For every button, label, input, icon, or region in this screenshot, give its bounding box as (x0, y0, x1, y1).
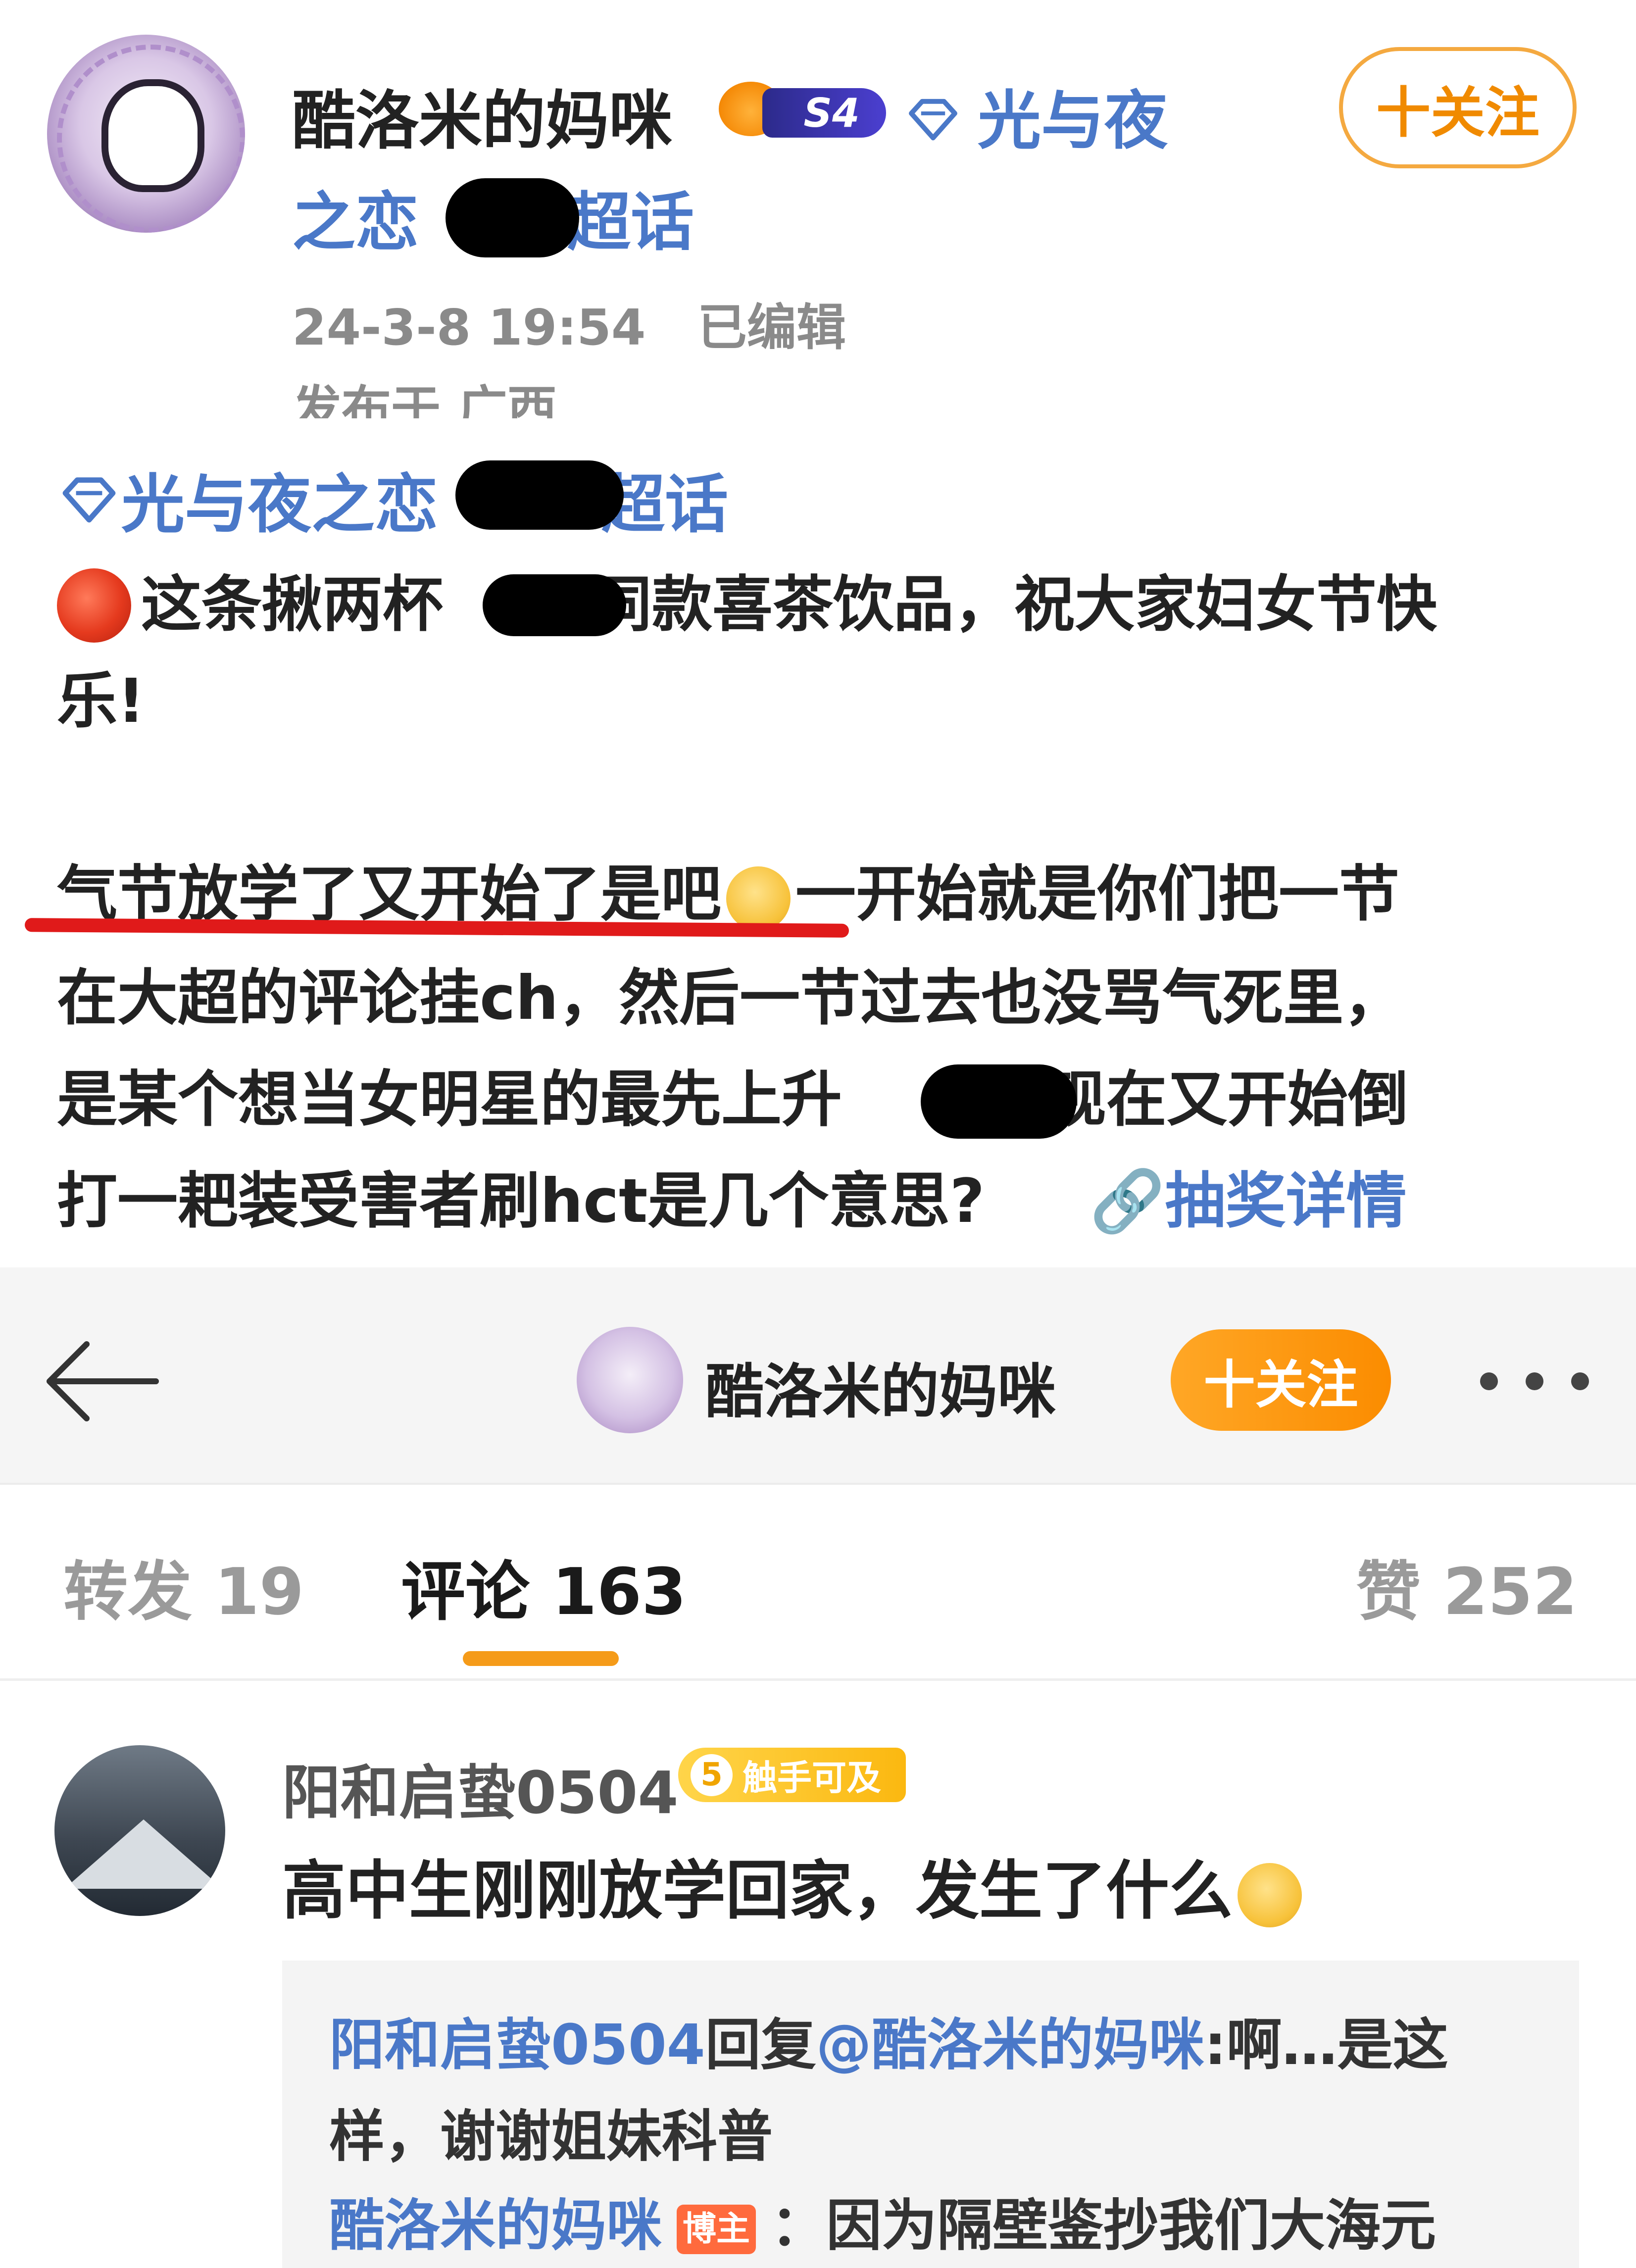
fan-level-badge: 5 触手可及 (678, 1748, 906, 1802)
post-text: 同款喜茶饮品，祝大家妇女节快 (592, 569, 1437, 640)
redaction-mark (483, 574, 626, 636)
tab-likes[interactable]: 赞 252 (1356, 1540, 1578, 1633)
post-location: 发布于 广西 (292, 380, 557, 418)
author-avatar[interactable] (47, 35, 245, 233)
reply-text: :啊…是这 (1204, 2013, 1448, 2077)
redaction-mark (921, 1064, 1077, 1139)
author-name[interactable]: 酷洛米的妈咪 (292, 69, 672, 161)
reply-line: 酷洛米的妈咪 博主 ：因为隔壁鉴抄我们大海元 (329, 2181, 1436, 2261)
redaction-mark (455, 460, 624, 530)
lottery-details-link[interactable]: 🔗抽奖详情 (1090, 1166, 1407, 1236)
tab-repost[interactable]: 转发 19 (63, 1540, 304, 1633)
post-body-line: 这条揪两杯 同款喜茶饮品，祝大家妇女节快 (141, 574, 1437, 635)
reply-user[interactable]: 阳和启蛰0504 (329, 2013, 705, 2077)
level-badge: S4 (762, 88, 886, 138)
comment-text: 高中生刚刚放学回家，发生了什么 (282, 1839, 1302, 1931)
edited-label: 已编辑 (697, 299, 846, 356)
comment-body: 高中生刚刚放学回家，发生了什么 (282, 1854, 1233, 1928)
commenter-avatar[interactable] (54, 1745, 225, 1916)
post-text: 打一耙装受害者刷hct是几个意思? (57, 1166, 985, 1236)
supertopic-tag[interactable]: 光与夜之恋 超话 (57, 453, 728, 545)
reply-line: 阳和启蛰0504回复@酷洛米的妈咪:啊…是这 (329, 2000, 1448, 2080)
reply-mention[interactable]: @酷洛米的妈咪 (816, 2013, 1204, 2077)
replies-box[interactable]: 阳和启蛰0504回复@酷洛米的妈咪:啊…是这 样，谢谢姐妹科普 酷洛米的妈咪 博主… (282, 1961, 1579, 2268)
tab-comments[interactable]: 评论 163 (401, 1540, 687, 1633)
post-body-line: 是某个想当女明星的最先上升 ，现在又开始倒 (57, 1069, 1408, 1130)
nav-author-name[interactable]: 酷洛米的妈咪 (705, 1344, 1056, 1429)
nav-follow-button[interactable]: 十关注 (1171, 1329, 1391, 1431)
supertopic-tag-text-a: 光与夜之恋 (121, 468, 439, 542)
nav-avatar[interactable] (577, 1327, 683, 1433)
back-arrow-icon[interactable] (42, 1337, 161, 1426)
reply-line: 样，谢谢姐妹科普 (329, 2105, 773, 2169)
supertopic-text-a: 之恋 (292, 186, 419, 259)
thinking-emoji-icon (1238, 1863, 1302, 1927)
post-text: 是某个想当女明星的最先上升 (57, 1064, 842, 1135)
post-body-line: 在大超的评论挂ch，然后一节过去也没骂气死里， (57, 963, 1404, 1033)
commenter-name[interactable]: 阳和启蛰0504 (282, 1745, 678, 1830)
post-timestamp: 24-3-8 19:54 已编辑 (292, 287, 846, 359)
post-body-line: 乐! (57, 666, 145, 736)
thinking-emoji-icon (726, 866, 791, 931)
post-text: 一开始就是你们把一节 (795, 859, 1399, 929)
divider (0, 1678, 1636, 1681)
avatar-mountain-graphic (64, 1819, 223, 1889)
fan-level-text: 触手可及 (743, 1757, 881, 1798)
reply-user[interactable]: 酷洛米的妈咪 (329, 2194, 662, 2258)
post-time: 24-3-8 19:54 (292, 299, 646, 356)
supertopic-text-b: 超话 (567, 186, 694, 259)
host-badge: 博主 (677, 2205, 756, 2255)
follow-button[interactable]: 十关注 (1339, 47, 1577, 168)
active-tab-indicator (463, 1651, 619, 1666)
post-text: 这条揪两杯 (141, 569, 443, 640)
fan-level-number: 5 (691, 1754, 733, 1796)
post-body-line: 打一耙装受害者刷hct是几个意思? 🔗抽奖详情 (57, 1171, 1407, 1231)
link-icon: 🔗 (1090, 1166, 1165, 1236)
avatar-character-face (101, 79, 204, 192)
redaction-mark (446, 178, 579, 257)
reply-text: ：因为隔壁鉴抄我们大海元 (771, 2194, 1436, 2258)
lottery-link-text: 抽奖详情 (1165, 1166, 1407, 1236)
more-options-icon[interactable] (1480, 1366, 1589, 1396)
diamond-icon (909, 99, 957, 141)
reply-verb: 回复 (705, 2013, 816, 2077)
supertopic-link[interactable]: 光与夜 (978, 69, 1168, 161)
apple-emoji-icon (57, 568, 131, 643)
diamond-icon (62, 477, 116, 522)
